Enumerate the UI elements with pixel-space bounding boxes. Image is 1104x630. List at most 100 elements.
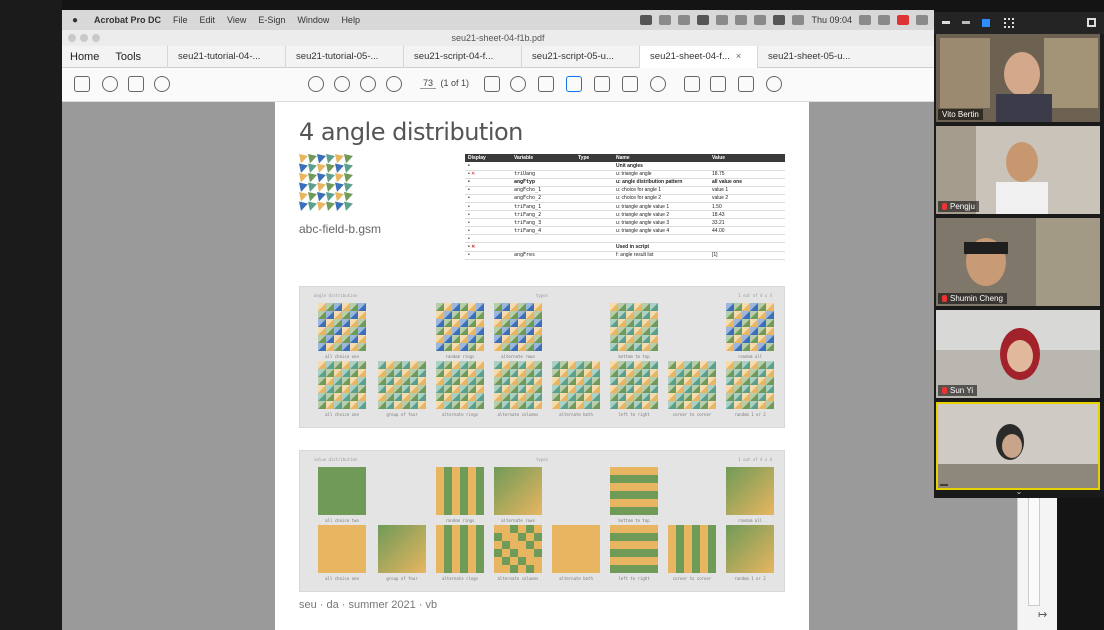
fullscreen-icon[interactable] — [1087, 18, 1096, 27]
expand-right-panel-icon[interactable]: ↦ — [1038, 608, 1047, 621]
page-down-icon[interactable] — [334, 76, 350, 92]
panel-center-label: types — [536, 293, 549, 298]
row-dot-icon: • — [468, 219, 470, 226]
next-view-icon[interactable] — [386, 76, 402, 92]
gallery-view-icon[interactable] — [1004, 18, 1014, 28]
previous-view-icon[interactable] — [360, 76, 376, 92]
pattern-tile — [318, 525, 366, 573]
export-icon[interactable] — [594, 76, 610, 92]
status-display-icon[interactable] — [878, 15, 890, 25]
parameter-table: Display Variable Type Name Value • Unit a… — [465, 154, 785, 260]
tab-label: seu21-tutorial-05-... — [296, 50, 379, 62]
column-header: Variable — [511, 154, 575, 162]
status-icons: Thu 09:04 — [640, 15, 928, 25]
tab-doc-2[interactable]: seu21-tutorial-05-... — [285, 45, 403, 68]
status-grid-icon[interactable] — [773, 15, 786, 25]
participant-video[interactable]: Pengju — [936, 126, 1100, 214]
cell-name-text: u: triangle angle value 2 — [616, 211, 670, 218]
menu-window[interactable]: Window — [291, 15, 335, 25]
share-icon[interactable] — [766, 76, 782, 92]
participant-name: Vito Bertin — [938, 109, 983, 120]
speaker-view-icon[interactable] — [982, 19, 990, 27]
cell-type — [575, 186, 613, 195]
zoom-out-search-icon[interactable] — [154, 76, 170, 92]
participant-video-active[interactable] — [936, 402, 1100, 490]
menu-app-name[interactable]: Acrobat Pro DC — [88, 15, 167, 25]
participant-video[interactable]: Vito Bertin — [936, 34, 1100, 122]
select-tool-icon[interactable] — [484, 76, 500, 92]
row-dot-icon: • — [468, 227, 470, 234]
zoom-icon[interactable] — [510, 76, 526, 92]
menubar-clock[interactable]: Thu 09:04 — [811, 15, 852, 25]
cell-value — [709, 242, 785, 252]
tab-doc-4[interactable]: seu21-script-05-u... — [521, 45, 639, 68]
muted-mic-icon — [942, 295, 947, 302]
window-title: seu21-sheet-04-f1b.pdf — [451, 33, 545, 43]
status-screen-icon[interactable] — [678, 15, 691, 25]
menu-view[interactable]: View — [221, 15, 252, 25]
tab-doc-6[interactable]: seu21-sheet-05-u... — [757, 45, 875, 68]
find-icon[interactable] — [566, 76, 582, 92]
status-eye-icon[interactable] — [659, 15, 672, 25]
maximize-window-button[interactable] — [92, 34, 100, 42]
column-header: Display — [465, 154, 511, 162]
tab-doc-3[interactable]: seu21-script-04-f... — [403, 45, 521, 68]
tab-doc-5[interactable]: seu21-sheet-04-f... × — [639, 45, 758, 68]
status-control-icon[interactable] — [859, 15, 871, 25]
right-panel-scroll[interactable] — [1028, 496, 1040, 606]
page-number-input[interactable]: 73 — [420, 78, 437, 89]
tab-home[interactable]: Home — [62, 51, 107, 63]
table-row: • angFcho_2 u: choice for angle 2 value 2 — [465, 194, 785, 203]
participant-name: Pengju — [938, 201, 979, 212]
status-bluetooth-icon[interactable] — [716, 15, 729, 25]
status-toggle-icon[interactable] — [916, 15, 928, 25]
fit-page-icon[interactable] — [538, 76, 554, 92]
tab-close-icon[interactable]: × — [736, 51, 742, 62]
save-icon[interactable] — [74, 76, 90, 92]
page-up-icon[interactable] — [308, 76, 324, 92]
tile-caption: alternate rings — [441, 576, 479, 581]
sign-icon[interactable] — [738, 76, 754, 92]
status-lock-icon[interactable] — [697, 15, 710, 25]
cell-variable-text: triFang_2 — [514, 211, 542, 218]
minimize-gallery-icon[interactable] — [942, 21, 950, 24]
cell-type — [575, 170, 613, 179]
menu-help[interactable]: Help — [335, 15, 366, 25]
gallery-scroll-down-icon[interactable]: ⌄ — [934, 488, 1104, 498]
cell-name: u: triangle angle value 2 — [613, 210, 709, 220]
tab-doc-1[interactable]: seu21-tutorial-04-... — [167, 45, 285, 68]
combine-icon[interactable] — [622, 76, 638, 92]
comment-icon[interactable] — [684, 76, 700, 92]
cell-name-text: f: angle result list — [616, 252, 654, 259]
upload-icon[interactable] — [102, 76, 118, 92]
menu-file[interactable]: File — [167, 15, 194, 25]
print-icon[interactable] — [128, 76, 144, 92]
status-c-icon[interactable] — [640, 15, 653, 25]
status-cloud-icon[interactable] — [754, 15, 767, 25]
cell-display: • ✕ — [465, 170, 511, 179]
cell-name: u: angle distribution pattern — [613, 178, 709, 187]
pattern-tile — [436, 361, 484, 409]
cell-value-text: 33.21 — [712, 219, 725, 226]
close-window-button[interactable] — [68, 34, 76, 42]
status-shield-icon[interactable] — [735, 15, 748, 25]
apple-icon[interactable]: ● — [62, 15, 88, 26]
participant-video[interactable]: Shumin Cheng — [936, 218, 1100, 306]
pen-icon[interactable] — [710, 76, 726, 92]
cell-variable: angFtyp — [511, 178, 575, 187]
participant-video[interactable]: Sun Yi — [936, 310, 1100, 398]
menu-edit[interactable]: Edit — [194, 15, 222, 25]
cell-name-text: u: angle distribution pattern — [616, 179, 683, 186]
stamp-icon[interactable] — [650, 76, 666, 92]
table-row: • triFang_4 u: triangle angle value 4 44.00 — [465, 226, 785, 236]
cell-display: • — [465, 251, 511, 260]
status-record-icon[interactable] — [897, 15, 909, 25]
minimize-window-button[interactable] — [80, 34, 88, 42]
menu-esign[interactable]: E-Sign — [252, 15, 291, 25]
pattern-thumbnail — [299, 154, 353, 211]
hide-video-icon[interactable] — [962, 21, 970, 24]
tab-tools[interactable]: Tools — [107, 51, 149, 63]
cell-variable — [511, 234, 575, 244]
page-indicator[interactable]: 73 (1 of 1) — [420, 78, 469, 89]
status-calendar-icon[interactable] — [792, 15, 805, 25]
